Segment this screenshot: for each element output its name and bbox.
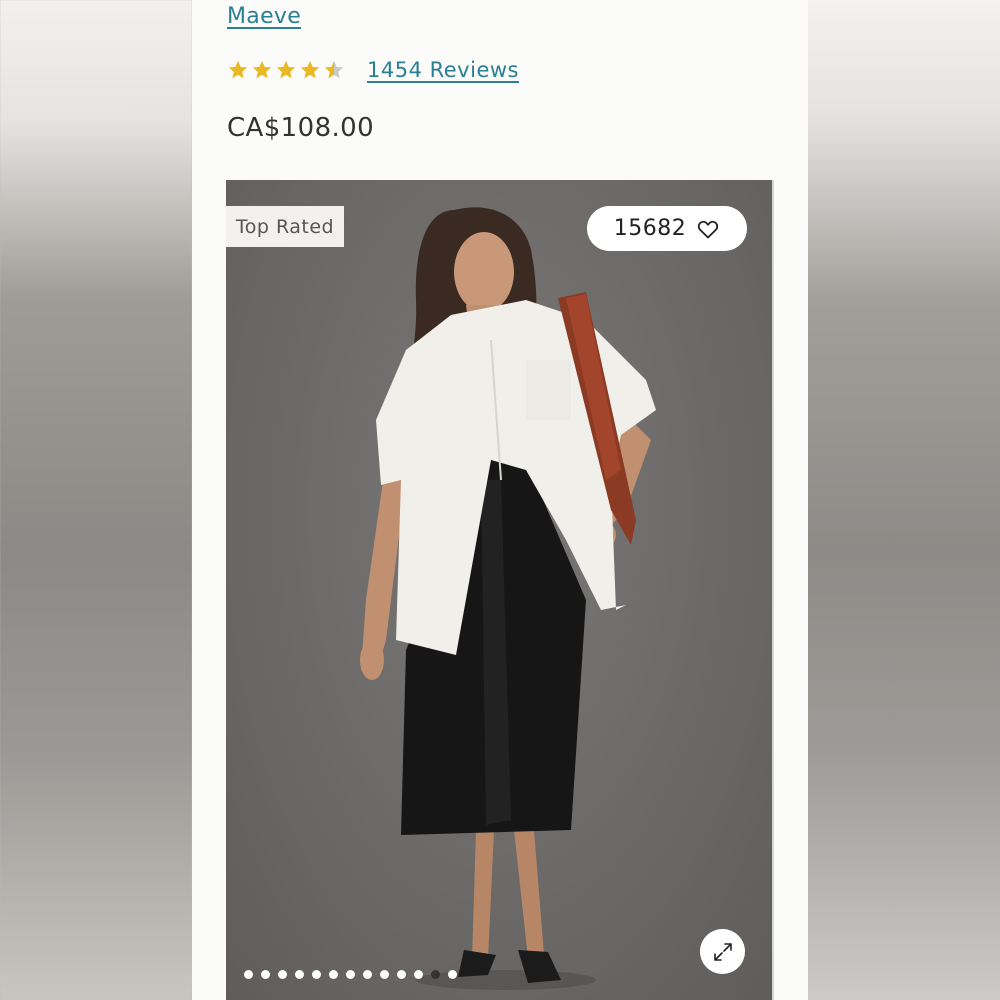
product-panel: Maeve 1454 Reviews CA$108.00 Top Rated 1… (192, 0, 808, 1000)
carousel-dot[interactable] (431, 970, 440, 979)
carousel-dot[interactable] (278, 970, 287, 979)
carousel-dot[interactable] (448, 970, 457, 979)
likes-count: 15682 (613, 216, 687, 241)
carousel-dot[interactable] (414, 970, 423, 979)
top-rated-badge: Top Rated (226, 206, 344, 247)
carousel-dots (244, 970, 457, 979)
carousel-dot[interactable] (380, 970, 389, 979)
carousel-dot[interactable] (329, 970, 338, 979)
carousel-dot[interactable] (397, 970, 406, 979)
carousel-dot[interactable] (261, 970, 270, 979)
carousel-dot[interactable] (363, 970, 372, 979)
brand-link[interactable]: Maeve (227, 4, 301, 29)
expand-button[interactable] (700, 929, 745, 974)
product-image[interactable]: Top Rated 15682 (226, 180, 774, 1000)
carousel-dot[interactable] (295, 970, 304, 979)
blurred-background-right (808, 0, 1000, 1000)
image-edge (772, 180, 774, 1000)
carousel-dot[interactable] (346, 970, 355, 979)
carousel-dot[interactable] (244, 970, 253, 979)
expand-icon (713, 942, 732, 961)
star-icon (300, 60, 320, 79)
heart-icon (698, 220, 719, 238)
rating-row: 1454 Reviews (227, 55, 519, 85)
star-icon (228, 60, 248, 79)
star-icon (276, 60, 296, 79)
wishlist-button[interactable]: 15682 (587, 206, 747, 251)
blurred-background-left (0, 0, 192, 1000)
product-price: CA$108.00 (227, 113, 375, 143)
carousel-dot[interactable] (312, 970, 321, 979)
model-photo (360, 207, 656, 990)
star-icon (252, 60, 272, 79)
star-rating (227, 59, 347, 81)
star-icon (324, 60, 344, 79)
reviews-link[interactable]: 1454 Reviews (367, 58, 519, 82)
